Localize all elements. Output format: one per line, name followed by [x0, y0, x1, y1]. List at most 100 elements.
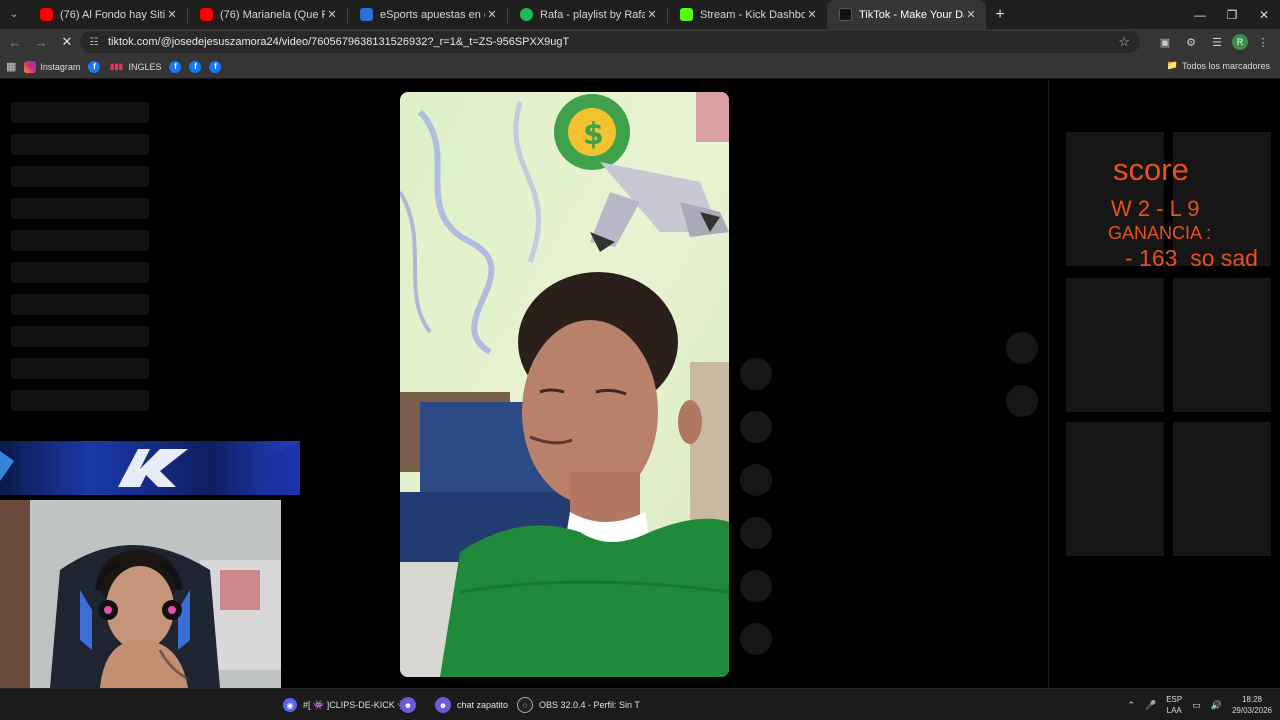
taskbar-label: #[ 👾 ]CLIPS-DE-KICK 👾 | [303, 699, 414, 710]
close-window-icon[interactable]: ✕ [1248, 0, 1280, 29]
new-tab-button[interactable]: + [986, 0, 1014, 29]
svg-text:$: $ [583, 117, 604, 152]
bookmark-star-icon[interactable]: ☆ [1118, 34, 1130, 50]
taskbar-label: chat zapatito [457, 700, 509, 710]
close-tab-icon[interactable]: ✕ [325, 8, 339, 21]
restore-icon[interactable]: ❐ [1216, 0, 1248, 29]
tab-4[interactable]: Stream - Kick Dashboard ✕ [668, 0, 827, 29]
bookmark-facebook[interactable]: f [169, 60, 182, 73]
cast-icon[interactable]: ▣ [1154, 31, 1176, 53]
volume-icon[interactable]: 🔊 [1211, 700, 1222, 711]
back-arrow-icon[interactable]: ← [2, 29, 28, 55]
tab-5[interactable]: TikTok - Make Your Day ✕ [827, 0, 986, 29]
bookmark-facebook[interactable]: f [88, 60, 101, 73]
obs-icon: ◌ [517, 697, 533, 713]
taskbar-discord[interactable]: ◉ #[ 👾 ]CLIPS-DE-KICK 👾 | [283, 689, 413, 720]
network-icon[interactable]: ▭ [1192, 700, 1201, 711]
close-tab-icon[interactable]: ✕ [964, 8, 978, 21]
facebook-icon: f [88, 60, 101, 73]
sidebar-skeleton [11, 102, 149, 123]
tab-search-chevron-icon[interactable]: ⌄ [0, 0, 28, 29]
clock-time: 18:28 [1241, 695, 1262, 704]
bookmarks-bar: ▦ Instagram f ▮▮▮ INGLES f f f 📁 Todos l… [0, 55, 1280, 79]
language-indicator[interactable]: ESP LAA [1166, 694, 1182, 716]
apps-grid-icon[interactable]: ▦ [6, 60, 16, 73]
comment-button-placeholder[interactable] [740, 411, 772, 443]
kick-icon [680, 8, 693, 21]
tab-title: Rafa - playlist by Rafael.xared | [540, 8, 645, 21]
spotify-icon [520, 8, 533, 21]
all-bookmarks-button[interactable]: 📁 Todos los marcadores [1167, 60, 1270, 71]
language-label: ESP [1166, 695, 1183, 704]
media-icon[interactable]: ☰ [1206, 31, 1228, 53]
score-record: W 2 - L 9 [1111, 196, 1200, 221]
action-button-placeholder[interactable] [740, 570, 772, 602]
webcam-image [0, 500, 281, 688]
app-icon: ☻ [400, 697, 416, 713]
sidebar-skeleton [11, 326, 149, 347]
sidebar-skeleton [11, 358, 149, 379]
gain-value: - 163 so sad [1125, 245, 1258, 271]
chevron-up-icon[interactable]: ⌃ [1127, 700, 1135, 711]
discord-icon: ◉ [283, 698, 297, 712]
clock-date: 29/03/2026 [1231, 706, 1272, 715]
video-player[interactable]: $ [400, 92, 729, 677]
panel-skeleton [1173, 422, 1271, 556]
close-tab-icon[interactable]: ✕ [485, 8, 499, 21]
facebook-icon: f [209, 60, 222, 73]
taskbar-label: OBS 32.0.4 - Perfil: Sin T [539, 700, 640, 710]
forward-arrow-icon[interactable]: → [28, 29, 54, 55]
stop-loading-icon[interactable]: ✕ [54, 29, 80, 55]
bookmark-label: INGLES [128, 61, 162, 72]
taskbar-chat-zapatito[interactable]: ☻ chat zapatito [435, 689, 508, 720]
tiktok-page: $ score W 2 - L 9 GANANCIA: - 163 so sa… [0, 80, 1280, 688]
like-button-placeholder[interactable] [740, 358, 772, 390]
minimize-icon[interactable]: — [1184, 0, 1216, 29]
taskbar-app[interactable]: ☻ [400, 689, 416, 720]
tab-0[interactable]: (76) Al Fondo hay Sitio 8: Fernan ✕ [28, 0, 187, 29]
browser-toolbar: ← → ✕ ☷ tiktok.com/@josedejesuszamora24/… [0, 29, 1280, 55]
close-tab-icon[interactable]: ✕ [165, 8, 179, 21]
sidebar-skeleton [11, 134, 149, 155]
profile-avatar[interactable]: R [1232, 34, 1248, 50]
tab-title: eSports apuestas en directo D [380, 8, 485, 21]
stream-banner [0, 441, 300, 495]
sidebar-skeleton [11, 262, 149, 283]
score-title: score [1113, 152, 1189, 187]
close-tab-icon[interactable]: ✕ [645, 8, 659, 21]
url-text[interactable]: tiktok.com/@josedejesuszamora24/video/76… [108, 36, 569, 48]
toolbar-actions: ▣ ⚙ ☰ R ⋮ [1154, 29, 1274, 55]
instagram-icon [24, 60, 37, 73]
bookmark-facebook[interactable]: f [189, 60, 202, 73]
window-controls: — ❐ ✕ [1184, 0, 1280, 29]
sidebar-skeleton [11, 390, 149, 411]
tab-2[interactable]: eSports apuestas en directo D ✕ [348, 0, 507, 29]
taskbar-obs[interactable]: ◌ OBS 32.0.4 - Perfil: Sin T [517, 689, 640, 720]
next-video-button[interactable] [1006, 385, 1038, 417]
extensions-icon[interactable]: ⚙ [1180, 31, 1202, 53]
bookmark-ingles[interactable]: ▮▮▮ INGLES [108, 61, 162, 73]
address-bar[interactable]: ☷ tiktok.com/@josedejesuszamora24/video/… [80, 31, 1140, 53]
folder-icon: 📁 [1166, 60, 1178, 70]
tab-title: Stream - Kick Dashboard [700, 8, 805, 21]
microphone-icon[interactable]: 🎤 [1145, 700, 1156, 711]
sidebar-skeleton [11, 198, 149, 219]
bookmark-facebook[interactable]: f [209, 60, 222, 73]
youtube-icon [200, 8, 213, 21]
gain-label: GANANCIA : [1108, 223, 1212, 243]
site-info-icon[interactable]: ☷ [86, 37, 102, 48]
action-button-placeholder[interactable] [740, 623, 772, 655]
clock[interactable]: 18:28 29/03/2026 [1232, 694, 1272, 716]
tab-3[interactable]: Rafa - playlist by Rafael.xared | ✕ [508, 0, 667, 29]
previous-video-button[interactable] [1006, 332, 1038, 364]
menu-kebab-icon[interactable]: ⋮ [1252, 31, 1274, 53]
panel-skeleton [1066, 422, 1164, 556]
close-tab-icon[interactable]: ✕ [805, 8, 819, 21]
sidebar-skeleton [11, 166, 149, 187]
sidebar-skeleton [11, 294, 149, 315]
app-icon: ☻ [435, 697, 451, 713]
save-button-placeholder[interactable] [740, 464, 772, 496]
bookmark-instagram[interactable]: Instagram [24, 60, 80, 73]
tab-1[interactable]: (76) Marianela (Que Pasa) (Exte ✕ [188, 0, 347, 29]
share-button-placeholder[interactable] [740, 517, 772, 549]
